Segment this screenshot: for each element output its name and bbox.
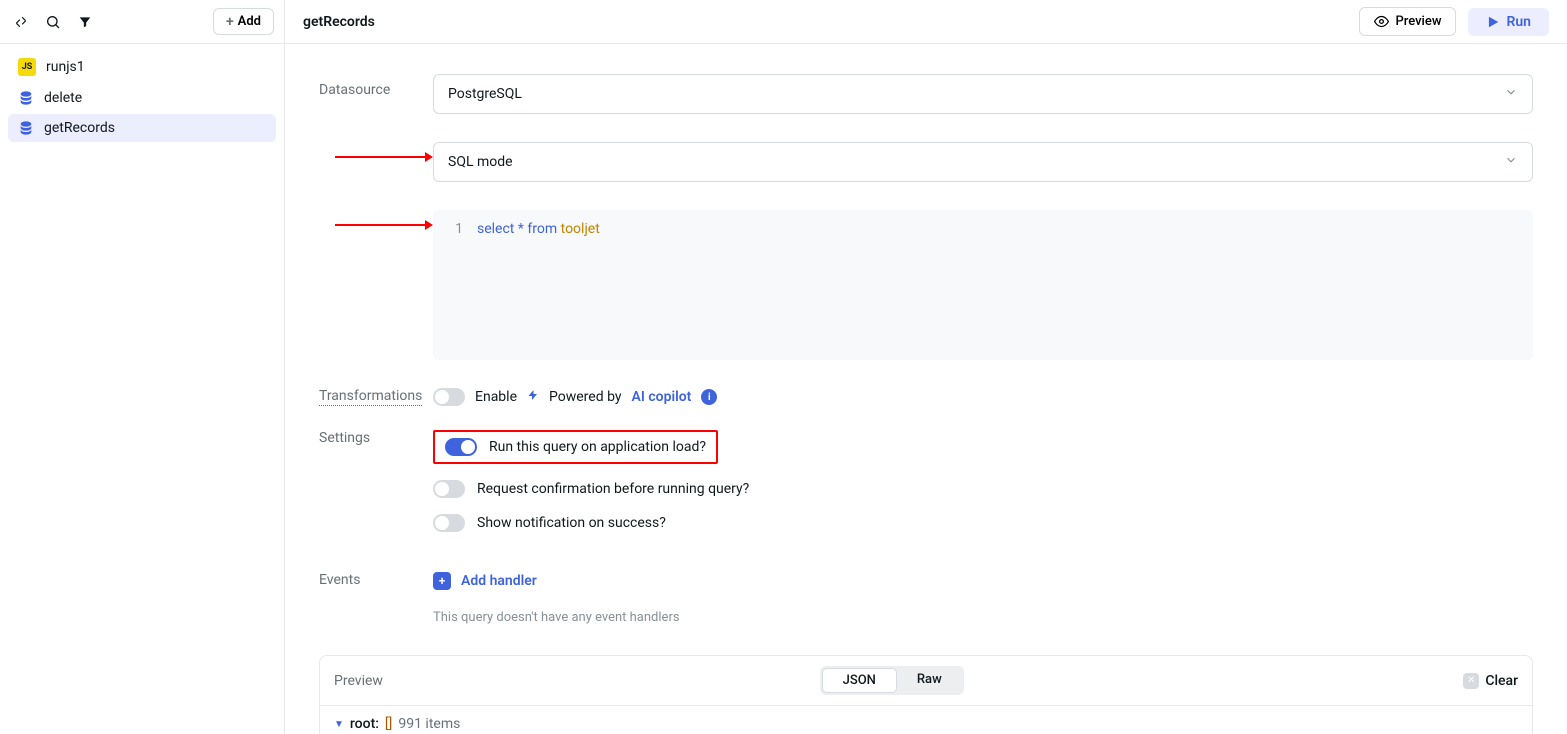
transformations-row: Transformations Enable Powered by AI cop…	[319, 388, 1533, 406]
raw-tab[interactable]: Raw	[897, 668, 962, 693]
datasource-label: Datasource	[319, 74, 433, 114]
filter-icon[interactable]	[74, 11, 96, 33]
plus-icon: +	[226, 15, 234, 29]
datasource-select[interactable]: PostgreSQL	[433, 74, 1533, 114]
enable-label: Enable	[475, 389, 517, 405]
close-icon: ✕	[1463, 673, 1479, 689]
notify-label: Show notification on success?	[477, 515, 666, 531]
add-handler-label: Add handler	[461, 573, 537, 589]
plus-square-icon: +	[433, 572, 451, 590]
root-bracket: []	[385, 716, 392, 732]
code-text: select * from tooljet	[477, 221, 1533, 237]
sidebar-toolbar: + Add	[0, 0, 284, 44]
sql-editor[interactable]: 1 select * from tooljet	[433, 210, 1533, 360]
events-label: Events	[319, 572, 433, 625]
confirm-toggle[interactable]	[433, 480, 465, 498]
sidebar-item-getrecords[interactable]: getRecords	[8, 114, 276, 142]
clear-button[interactable]: ✕ Clear	[1463, 673, 1518, 689]
sidebar-item-label: getRecords	[44, 120, 115, 136]
preview-panel: Preview JSON Raw ✕ Clear ▼ root:	[319, 655, 1533, 734]
sidebar-item-label: runjs1	[46, 59, 85, 75]
preview-title: Preview	[334, 673, 806, 689]
run-button[interactable]: Run	[1468, 8, 1549, 36]
main-body: Datasource PostgreSQL	[285, 44, 1567, 734]
json-tab[interactable]: JSON	[822, 668, 897, 693]
triangle-down-icon[interactable]: ▼	[334, 719, 344, 730]
copilot-link[interactable]: AI copilot	[632, 389, 692, 405]
powered-prefix: Powered by	[549, 389, 622, 405]
enable-transformations-toggle[interactable]	[433, 388, 465, 406]
json-tree: ▼ root: [] 991 items ▶ 0: {} 6 keys	[320, 706, 1532, 734]
sidebar-items: JS runjs1 delete getRecords	[0, 44, 284, 150]
mode-select[interactable]: SQL mode	[433, 142, 1533, 182]
datasource-value: PostgreSQL	[448, 86, 522, 102]
eye-icon	[1374, 14, 1389, 29]
run-label: Run	[1506, 14, 1531, 30]
mode-value: SQL mode	[448, 154, 513, 170]
run-on-load-label: Run this query on application load?	[489, 439, 706, 455]
info-icon[interactable]: i	[701, 389, 717, 405]
view-segment: JSON Raw	[820, 666, 964, 695]
add-label: Add	[238, 14, 261, 29]
settings-label: Settings	[319, 430, 433, 548]
clear-label: Clear	[1485, 673, 1518, 689]
preview-button[interactable]: Preview	[1359, 7, 1456, 36]
sidebar: + Add JS runjs1 delete getRecords	[0, 0, 285, 734]
preview-header: Preview JSON Raw ✕ Clear	[320, 656, 1532, 706]
confirm-label: Request confirmation before running quer…	[477, 481, 749, 497]
add-handler-button[interactable]: + Add handler	[433, 572, 1533, 590]
add-button[interactable]: + Add	[213, 8, 274, 35]
sidebar-item-delete[interactable]: delete	[8, 84, 276, 112]
search-icon[interactable]	[42, 11, 64, 33]
js-icon: JS	[18, 58, 36, 76]
database-icon	[18, 90, 34, 106]
main: getRecords Preview Run Datasource Postgr…	[285, 0, 1567, 734]
mode-row: SQL mode	[319, 142, 1533, 182]
settings-row: Settings Run this query on application l…	[319, 430, 1533, 548]
line-number: 1	[433, 221, 477, 237]
arrow-annotation-icon	[335, 150, 433, 164]
transformations-label: Transformations	[319, 388, 422, 406]
notify-toggle[interactable]	[433, 514, 465, 532]
arrow-annotation-icon	[335, 218, 433, 232]
highlight-annotation: Run this query on application load?	[433, 430, 718, 464]
root-meta: 991 items	[398, 716, 460, 732]
run-on-load-toggle[interactable]	[445, 438, 477, 456]
sidebar-item-label: delete	[44, 90, 82, 106]
sidebar-item-runjs1[interactable]: JS runjs1	[8, 52, 276, 82]
database-icon	[18, 120, 34, 136]
collapse-icon[interactable]	[10, 11, 32, 33]
events-row: Events + Add handler This query doesn't …	[319, 572, 1533, 625]
main-header: getRecords Preview Run	[285, 0, 1567, 44]
root-key: root:	[350, 716, 379, 732]
datasource-row: Datasource PostgreSQL	[319, 74, 1533, 114]
bolt-icon	[527, 388, 539, 406]
query-title: getRecords	[303, 14, 1347, 30]
play-icon	[1486, 15, 1500, 29]
code-row: 1 select * from tooljet	[319, 210, 1533, 360]
tree-root[interactable]: ▼ root: [] 991 items	[334, 716, 1518, 732]
events-empty-hint: This query doesn't have any event handle…	[433, 610, 1533, 625]
chevron-down-icon	[1504, 153, 1518, 171]
preview-label: Preview	[1395, 14, 1441, 29]
chevron-down-icon	[1504, 85, 1518, 103]
